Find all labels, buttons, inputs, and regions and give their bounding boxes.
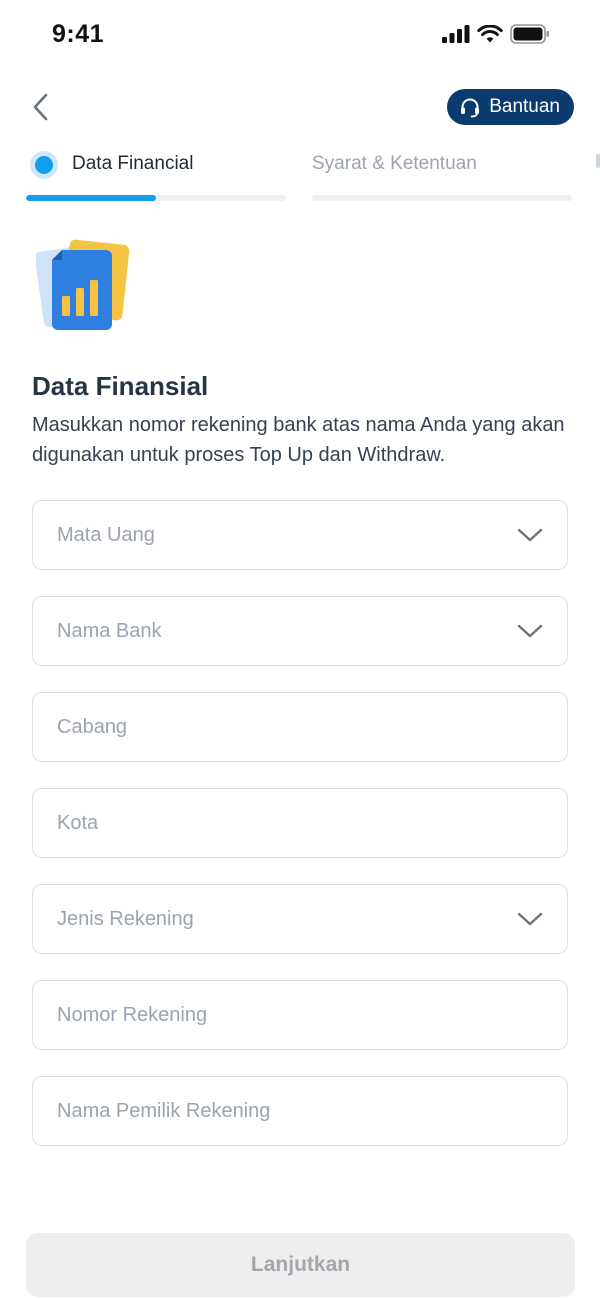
branch-input-placeholder: Cabang — [57, 715, 128, 738]
step-data-financial[interactable]: Data Financial — [26, 146, 286, 206]
chevron-down-icon — [517, 527, 543, 543]
step-progress-track — [26, 195, 286, 201]
currency-select-placeholder: Mata Uang — [57, 523, 155, 546]
account-number-input[interactable]: Nomor Rekening — [32, 980, 568, 1050]
status-icons — [442, 24, 550, 44]
branch-input[interactable]: Cabang — [32, 692, 568, 762]
step-active-indicator — [30, 151, 58, 179]
back-button[interactable] — [26, 90, 54, 124]
chevron-down-icon — [517, 911, 543, 927]
status-bar: 9:41 — [0, 0, 600, 70]
financial-document-icon — [34, 238, 132, 334]
page-title: Data Finansial — [32, 371, 209, 401]
step-progress-fill — [26, 195, 156, 201]
currency-select[interactable]: Mata Uang — [32, 500, 568, 570]
stepper: Data Financial Syarat & Ketentuan — [26, 146, 600, 206]
status-time: 9:41 — [52, 20, 105, 48]
help-button-label: Bantuan — [489, 96, 560, 117]
city-input[interactable]: Kota — [32, 788, 568, 858]
account-number-input-placeholder: Nomor Rekening — [57, 1003, 208, 1026]
bank-name-select-placeholder: Nama Bank — [57, 619, 162, 642]
next-step-hint — [596, 154, 600, 168]
account-type-select[interactable]: Jenis Rekening — [32, 884, 568, 954]
chevron-down-icon — [517, 623, 543, 639]
wifi-icon — [477, 24, 503, 42]
signal-icon — [442, 25, 470, 43]
account-holder-input-placeholder: Nama Pemilik Rekening — [57, 1099, 271, 1122]
page-description: Masukkan nomor rekening bank atas nama A… — [32, 414, 565, 466]
chevron-left-icon — [33, 93, 48, 121]
step-label: Syarat & Ketentuan — [312, 153, 477, 174]
step-label: Data Financial — [72, 153, 194, 174]
battery-icon — [510, 24, 549, 44]
help-button[interactable]: Bantuan — [447, 89, 574, 125]
step-progress-track — [312, 195, 572, 201]
account-holder-input[interactable]: Nama Pemilik Rekening — [32, 1076, 568, 1146]
continue-button[interactable]: Lanjutkan — [26, 1233, 575, 1297]
account-type-select-placeholder: Jenis Rekening — [57, 907, 194, 930]
bank-name-select[interactable]: Nama Bank — [32, 596, 568, 666]
step-syarat-ketentuan[interactable]: Syarat & Ketentuan — [312, 146, 572, 206]
headset-icon — [461, 98, 480, 118]
screen: 9:41 Bantuan Data Financial Syarat & Ket… — [0, 0, 600, 1299]
city-input-placeholder: Kota — [57, 811, 99, 834]
